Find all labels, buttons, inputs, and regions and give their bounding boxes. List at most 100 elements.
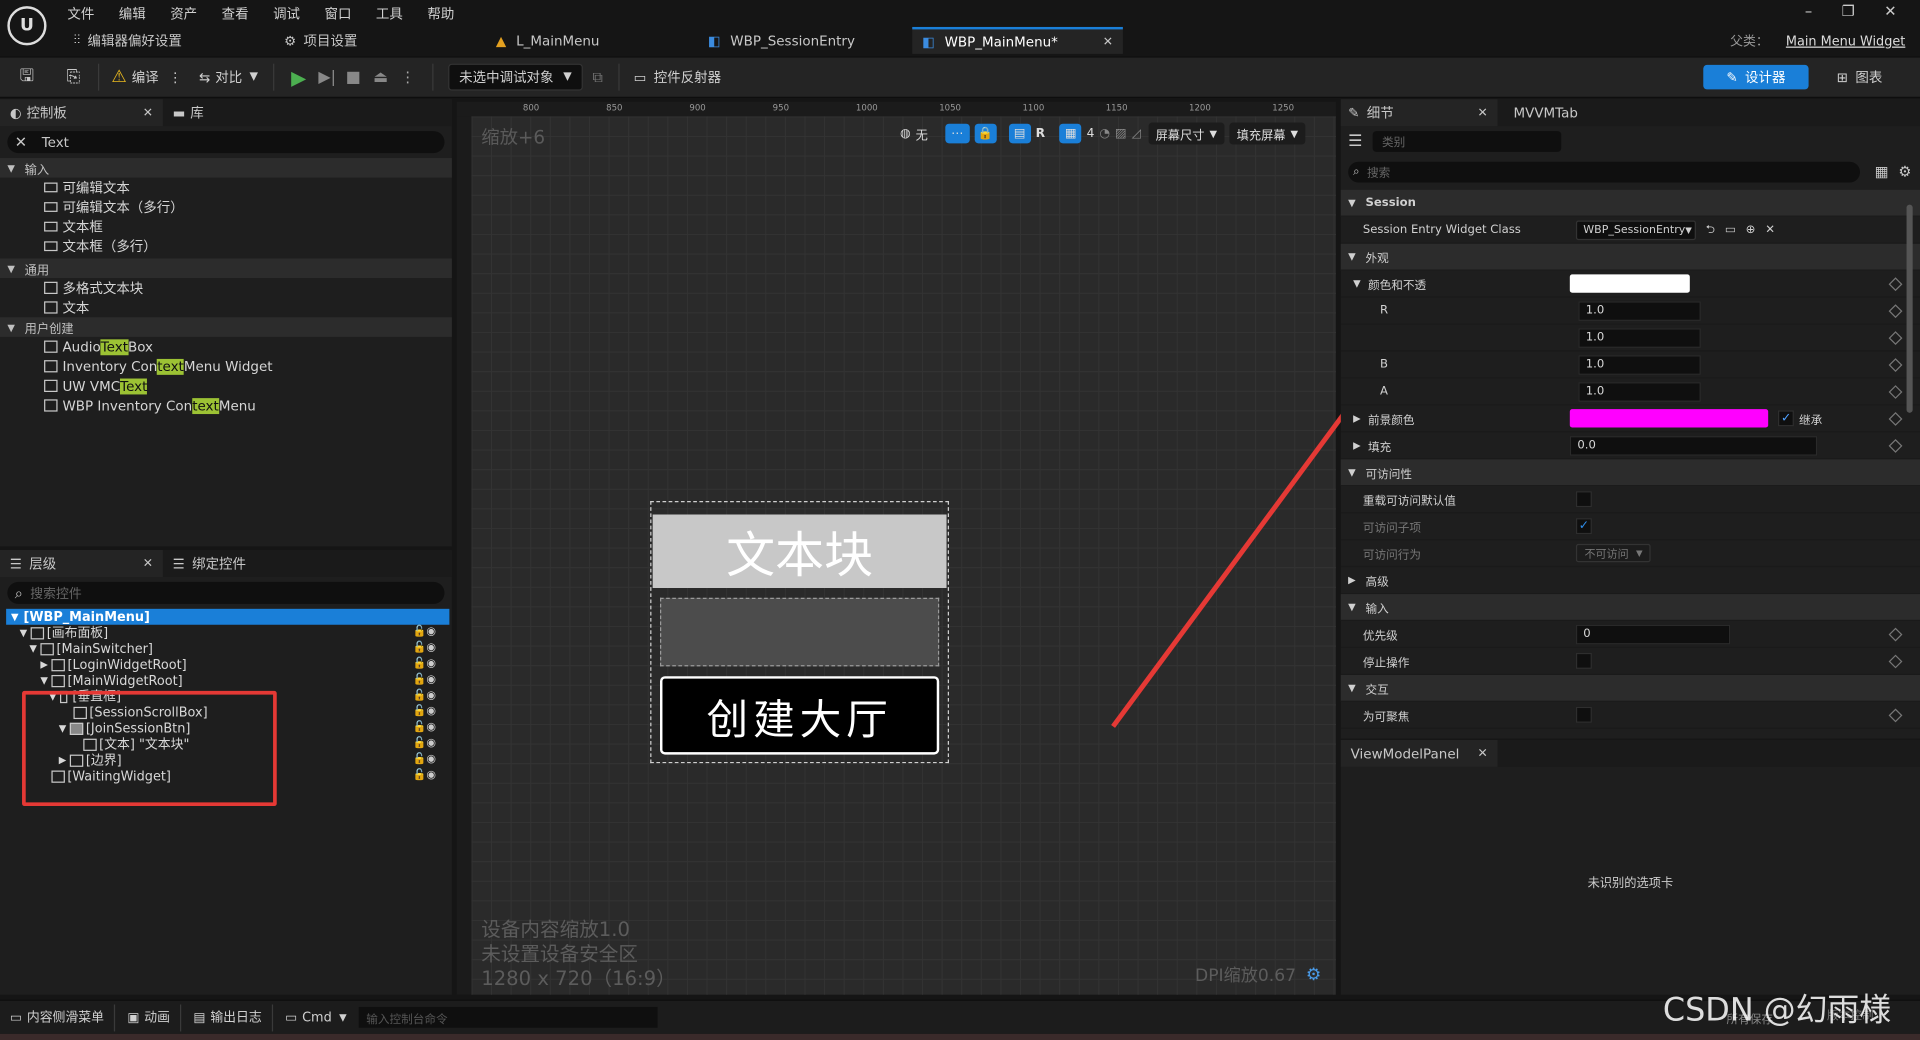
tab-palette[interactable]: ◐ 控制板 ✕ — [0, 99, 163, 127]
menu-help[interactable]: 帮助 — [427, 4, 454, 24]
close-tab-icon[interactable]: ✕ — [143, 106, 153, 119]
browse-icon[interactable]: ▭ — [1725, 223, 1736, 236]
lock-eye-icon[interactable]: 🔓◉ — [413, 688, 436, 704]
tab-library[interactable]: ▬ 库 — [163, 103, 204, 123]
palette-item[interactable]: 可编辑文本（多行） — [0, 197, 452, 217]
reset-icon[interactable] — [1888, 303, 1903, 318]
section-appearance[interactable]: ▼ 外观 — [1340, 243, 1920, 271]
section-advanced[interactable]: ▶ 高级 — [1340, 567, 1920, 595]
lock-eye-icon[interactable]: 🔓◉ — [413, 657, 436, 673]
section-session[interactable]: ▼ Session — [1340, 189, 1920, 217]
details-search-input[interactable]: ⌕ 搜索 — [1348, 161, 1861, 182]
tab-details[interactable]: ✎ 细节 ✕ — [1340, 99, 1498, 127]
section-input[interactable]: ▼ 输入 — [0, 158, 452, 178]
clear-search-icon[interactable]: ✕ — [15, 134, 27, 151]
designer-canvas[interactable]: 缩放+6 ◍ 无 ⋯ 🔒 ▤ R ▦ 4 ◔ ▨ ◿ 屏幕尺寸 ▼ 填充屏幕 ▼ 文本… — [471, 116, 1452, 995]
widget-reflector-button[interactable]: ▭ 控件反射器 — [634, 67, 721, 87]
palette-item[interactable]: Inventory Con text Menu Widget — [0, 356, 452, 376]
output-log-button[interactable]: ▤ 输出日志 — [193, 1008, 261, 1026]
color-r-input[interactable]: 1.0 — [1578, 300, 1701, 321]
accessible-children-checkbox[interactable]: ✓ — [1575, 518, 1592, 535]
step-icon[interactable]: ▶| — [318, 68, 336, 86]
menu-tools[interactable]: 工具 — [376, 4, 403, 24]
lock-eye-icon[interactable]: 🔓◉ — [413, 720, 436, 736]
close-tab-icon[interactable]: ✕ — [1477, 747, 1487, 760]
close-window-icon[interactable]: ✕ — [1884, 2, 1896, 19]
debug-find-icon[interactable]: ⧉ — [593, 68, 604, 86]
use-selected-icon[interactable]: ⮌ — [1706, 220, 1715, 240]
gear-icon[interactable]: ⚙ — [1306, 965, 1321, 985]
menu-view[interactable]: 查看 — [222, 4, 249, 24]
add-icon[interactable]: ⊕ — [1746, 223, 1756, 236]
menu-edit[interactable]: 编辑 — [119, 4, 146, 24]
table-icon[interactable]: ▦ — [1875, 163, 1889, 180]
content-drawer-button[interactable]: ▭ 内容侧滑菜单 — [10, 1008, 104, 1026]
cmd-select[interactable]: ▭ Cmd ▼ — [285, 1010, 347, 1025]
zoom-icon[interactable]: ◔ — [1099, 127, 1110, 140]
tab-viewmodel[interactable]: ViewModelPanel ✕ — [1340, 739, 1498, 767]
diff-button[interactable]: ⇆ 对比 ▼ — [199, 67, 258, 87]
save-icon[interactable]: 🖫 — [15, 62, 39, 91]
section-interaction[interactable]: ▼ 交互 — [1340, 674, 1920, 702]
accessible-behavior-select[interactable]: 不可访问 ▼ — [1575, 543, 1652, 563]
lock-eye-icon[interactable]: 🔓◉ — [413, 752, 436, 768]
more-icon[interactable]: ⋮ — [168, 69, 181, 85]
reset-icon[interactable] — [1888, 276, 1903, 291]
tree-root[interactable]: ▼ [WBP_MainMenu] — [6, 608, 450, 625]
outline-icon[interactable]: ▤ — [1008, 123, 1031, 144]
unreal-logo-icon[interactable]: U — [7, 6, 47, 46]
color-g-input[interactable]: 1.0 — [1578, 327, 1701, 348]
tree-row[interactable]: ▼ [MainSwitcher] — [0, 641, 452, 657]
lock-eye-icon[interactable]: 🔓◉ — [413, 625, 436, 641]
tab-bind-widgets[interactable]: ☰ 绑定控件 — [163, 554, 246, 574]
play-options-icon[interactable]: ⋮ — [400, 69, 415, 86]
lock-eye-icon[interactable]: 🔓◉ — [413, 673, 436, 689]
palette-item[interactable]: 文本框 — [0, 217, 452, 237]
restore-icon[interactable]: ❐ — [1842, 2, 1855, 19]
parent-class-link[interactable]: Main Menu Widget — [1786, 34, 1905, 49]
respect-locks-toggle[interactable]: R — [1036, 127, 1045, 140]
tab-editor-prefs[interactable]: ⫶⫶ 编辑器偏好设置 — [73, 27, 181, 54]
section-accessibility[interactable]: ▼ 可访问性 — [1340, 459, 1920, 487]
tab-map[interactable]: ▲ L_MainMenu — [496, 27, 600, 54]
color-swatch-white[interactable] — [1570, 274, 1691, 293]
menu-window[interactable]: 窗口 — [324, 4, 351, 24]
play-icon[interactable]: ▶ — [291, 66, 306, 89]
tab-hierarchy[interactable]: ☰ 层级 ✕ — [0, 550, 163, 577]
color-b-input[interactable]: 1.0 — [1578, 354, 1701, 375]
grid-icon[interactable]: ▦ — [1059, 123, 1082, 144]
palette-item[interactable]: 可编辑文本 — [0, 178, 452, 198]
debug-target-select[interactable]: 未选中调试对象 ▼ — [448, 63, 583, 91]
stop-action-checkbox[interactable] — [1575, 652, 1592, 669]
section-common[interactable]: ▼ 通用 — [0, 258, 452, 279]
compile-button[interactable]: ⚠ 编译 ⋮ — [111, 67, 181, 87]
clear-icon[interactable]: ✕ — [1765, 223, 1775, 236]
minimize-icon[interactable]: – — [1805, 2, 1812, 19]
details-scrollbar[interactable] — [1906, 204, 1913, 413]
padding-input[interactable]: 0.0 — [1570, 435, 1818, 456]
reset-icon[interactable] — [1888, 627, 1903, 641]
console-input[interactable]: 输入控制台命令 — [358, 1006, 658, 1028]
palette-search-input[interactable]: ✕ Text — [7, 131, 445, 154]
lock-eye-icon[interactable]: 🔓◉ — [413, 768, 436, 784]
palette-item[interactable]: WBP Inventory Con text Menu — [0, 396, 452, 416]
lock-eye-icon[interactable]: 🔓◉ — [413, 704, 436, 720]
reset-icon[interactable] — [1888, 438, 1903, 453]
tree-row[interactable]: ▼ [MainWidgetRoot] — [0, 673, 452, 689]
tree-row[interactable]: ▼ [画布面板] — [0, 625, 452, 641]
palette-item[interactable]: Audio Text Box — [0, 337, 452, 357]
vertical-box-preview[interactable]: 文本块 创建大厅 — [650, 501, 949, 764]
palette-item[interactable]: 多格式文本块 — [0, 278, 452, 298]
reset-icon[interactable] — [1888, 330, 1903, 345]
close-tab-icon[interactable]: ✕ — [143, 557, 153, 570]
text-block-preview[interactable]: 文本块 — [652, 514, 947, 588]
menu-assets[interactable]: 资产 — [170, 4, 197, 24]
stop-icon[interactable]: ■ — [346, 68, 361, 86]
session-scroll-box-preview[interactable] — [660, 597, 940, 667]
section-input[interactable]: ▼ 输入 — [1340, 594, 1920, 622]
reset-icon[interactable] — [1888, 357, 1903, 372]
focusable-checkbox[interactable] — [1575, 706, 1592, 723]
snap-icon[interactable]: ⋯ — [944, 123, 970, 144]
graph-button[interactable]: ⊞ 图表 — [1837, 67, 1883, 87]
reset-icon[interactable] — [1888, 707, 1903, 722]
